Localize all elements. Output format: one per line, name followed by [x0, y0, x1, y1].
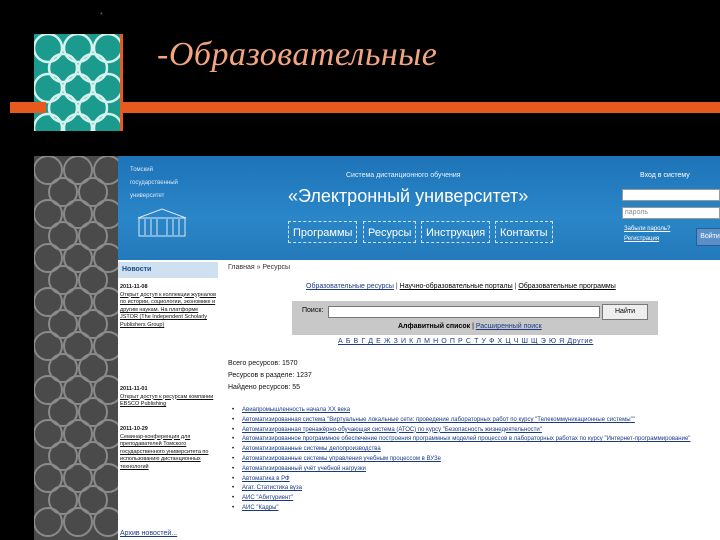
news-date: 2011-10-29 [120, 426, 148, 432]
decorative-circles-panel [34, 34, 122, 131]
university-name-line: Томский [130, 167, 153, 173]
nav-programs[interactable]: Программы [288, 221, 358, 243]
login-button[interactable]: Войти [696, 228, 720, 246]
news-date: 2011-11-01 [120, 386, 148, 392]
university-name-line: университет [130, 193, 165, 199]
site-banner: Томский государственный университет Сист… [118, 156, 720, 260]
search-label: Поиск: [302, 307, 324, 314]
search-panel: Поиск: Найти Алфавитный список | Расшире… [292, 301, 658, 335]
resource-link[interactable]: Автоматизированные системы делопроизводс… [242, 446, 381, 452]
orange-divider-vertical [120, 34, 123, 131]
news-item[interactable]: 2011-10-29 Семинар-конференция для препо… [120, 426, 216, 472]
news-text[interactable]: Семинар-конференция для преподавателей Т… [120, 434, 216, 472]
login-field[interactable] [622, 189, 720, 201]
resource-link[interactable]: АИС "Кадры" [242, 505, 279, 511]
search-mode-links: Алфавитный список | Расширенный поиск [398, 323, 542, 330]
university-name-line: государственный [130, 180, 178, 186]
website-screenshot: Томский государственный университет Сист… [118, 156, 720, 540]
list-item[interactable]: Автоматизированные системы делопроизводс… [230, 445, 720, 455]
resource-link[interactable]: Автоматизированный учёт учебной нагрузки [242, 466, 366, 472]
resource-link[interactable]: Автоматизированная система "Виртуальные … [242, 417, 635, 423]
university-building-icon [137, 208, 187, 237]
advanced-search-link[interactable]: Расширенный поиск [476, 323, 542, 330]
alphabet-index[interactable]: А Б В Г Д Е Ж З И К Л М Н О П Р С Т У Ф … [338, 338, 593, 345]
register-link[interactable]: Регистрация [624, 236, 659, 242]
list-item[interactable]: Агат. Статистика вуза [230, 484, 720, 494]
stat-found: Найдено ресурсов: 55 [228, 384, 301, 391]
circles-pattern-icon [34, 34, 122, 131]
stat-section: Ресурсов в разделе: 1237 [228, 372, 312, 379]
stat-total: Всего ресурсов: 1570 [228, 360, 298, 367]
list-item[interactable]: Автоматизированный учёт учебной нагрузки [230, 465, 720, 475]
resource-link[interactable]: Автоматика в РФ [242, 476, 290, 482]
news-text[interactable]: Открыт доступ к ресурсам компании EBSCO … [120, 394, 216, 409]
list-item[interactable]: АИС "Кадры" [230, 504, 720, 514]
news-date: 2011-11-08 [120, 284, 148, 290]
orange-divider-left [10, 102, 46, 113]
resource-tabs: Образовательные ресурсы | Научно-образов… [306, 283, 616, 290]
resource-link[interactable]: Автоматизированные системы управления уч… [242, 456, 441, 462]
list-item[interactable]: АИС "Абитуриент" [230, 494, 720, 504]
news-item[interactable]: 2011-11-08 Открыт доступ к коллекции жур… [120, 284, 216, 330]
system-subtitle: Система дистанционного обучения [346, 172, 461, 179]
resource-list: Авиапромышленность начала XX века Автома… [230, 406, 720, 514]
list-item[interactable]: Автоматизированные системы управления уч… [230, 455, 720, 465]
news-sidebar: Новости 2011-11-08 Открыт доступ к колле… [118, 260, 218, 540]
news-text[interactable]: Открыт доступ к коллекции журналов по ис… [120, 292, 216, 330]
tab-educational-resources[interactable]: Образовательные ресурсы [306, 283, 394, 290]
news-header: Новости [118, 262, 218, 278]
login-title: Вход в систему [640, 172, 690, 179]
circles-pattern-icon [34, 156, 122, 537]
tab-portals[interactable]: Научно-образовательные порталы [400, 283, 513, 290]
nav-resources[interactable]: Ресурсы [363, 221, 417, 243]
list-item[interactable]: Авиапромышленность начала XX века [230, 406, 720, 416]
resource-link[interactable]: Авиапромышленность начала XX века [242, 407, 350, 413]
alphabetical-list-label[interactable]: Алфавитный список [398, 323, 470, 330]
resource-link[interactable]: Автоматизированная тренажёрно-обучающая … [242, 427, 542, 433]
forgot-password-link[interactable]: Забыли пароль? [624, 226, 670, 232]
search-input[interactable] [328, 306, 600, 318]
list-item[interactable]: Автоматика в РФ [230, 475, 720, 485]
news-archive-link[interactable]: Архив новостей... [120, 530, 177, 537]
decorative-circles-side [34, 156, 122, 540]
list-item[interactable]: Автоматизированная система "Виртуальные … [230, 416, 720, 426]
list-item[interactable]: Автоматизированное программное обеспечен… [230, 435, 720, 445]
resource-link[interactable]: АИС "Абитуриент" [242, 495, 293, 501]
list-item[interactable]: Автоматизированная тренажёрно-обучающая … [230, 426, 720, 436]
search-button[interactable]: Найти [602, 304, 648, 320]
university-name: Томский государственный университет [130, 164, 220, 203]
password-field[interactable]: пароль [622, 207, 720, 219]
nav-contacts[interactable]: Контакты [495, 221, 553, 243]
resource-link[interactable]: Агат. Статистика вуза [242, 485, 302, 491]
resource-link[interactable]: Автоматизированное программное обеспечен… [242, 436, 690, 442]
nav-instruction[interactable]: Инструкция [421, 221, 491, 243]
breadcrumb: Главная » Ресурсы [228, 264, 291, 271]
tab-programs[interactable]: Образовательные программы [518, 283, 615, 290]
system-title: «Электронный университет» [288, 186, 529, 206]
orange-divider-right [122, 102, 720, 113]
corner-mark: * [100, 12, 103, 19]
slide-title: -Образовательные [157, 36, 438, 73]
news-item[interactable]: 2011-11-01 Открыт доступ к ресурсам комп… [120, 386, 216, 409]
